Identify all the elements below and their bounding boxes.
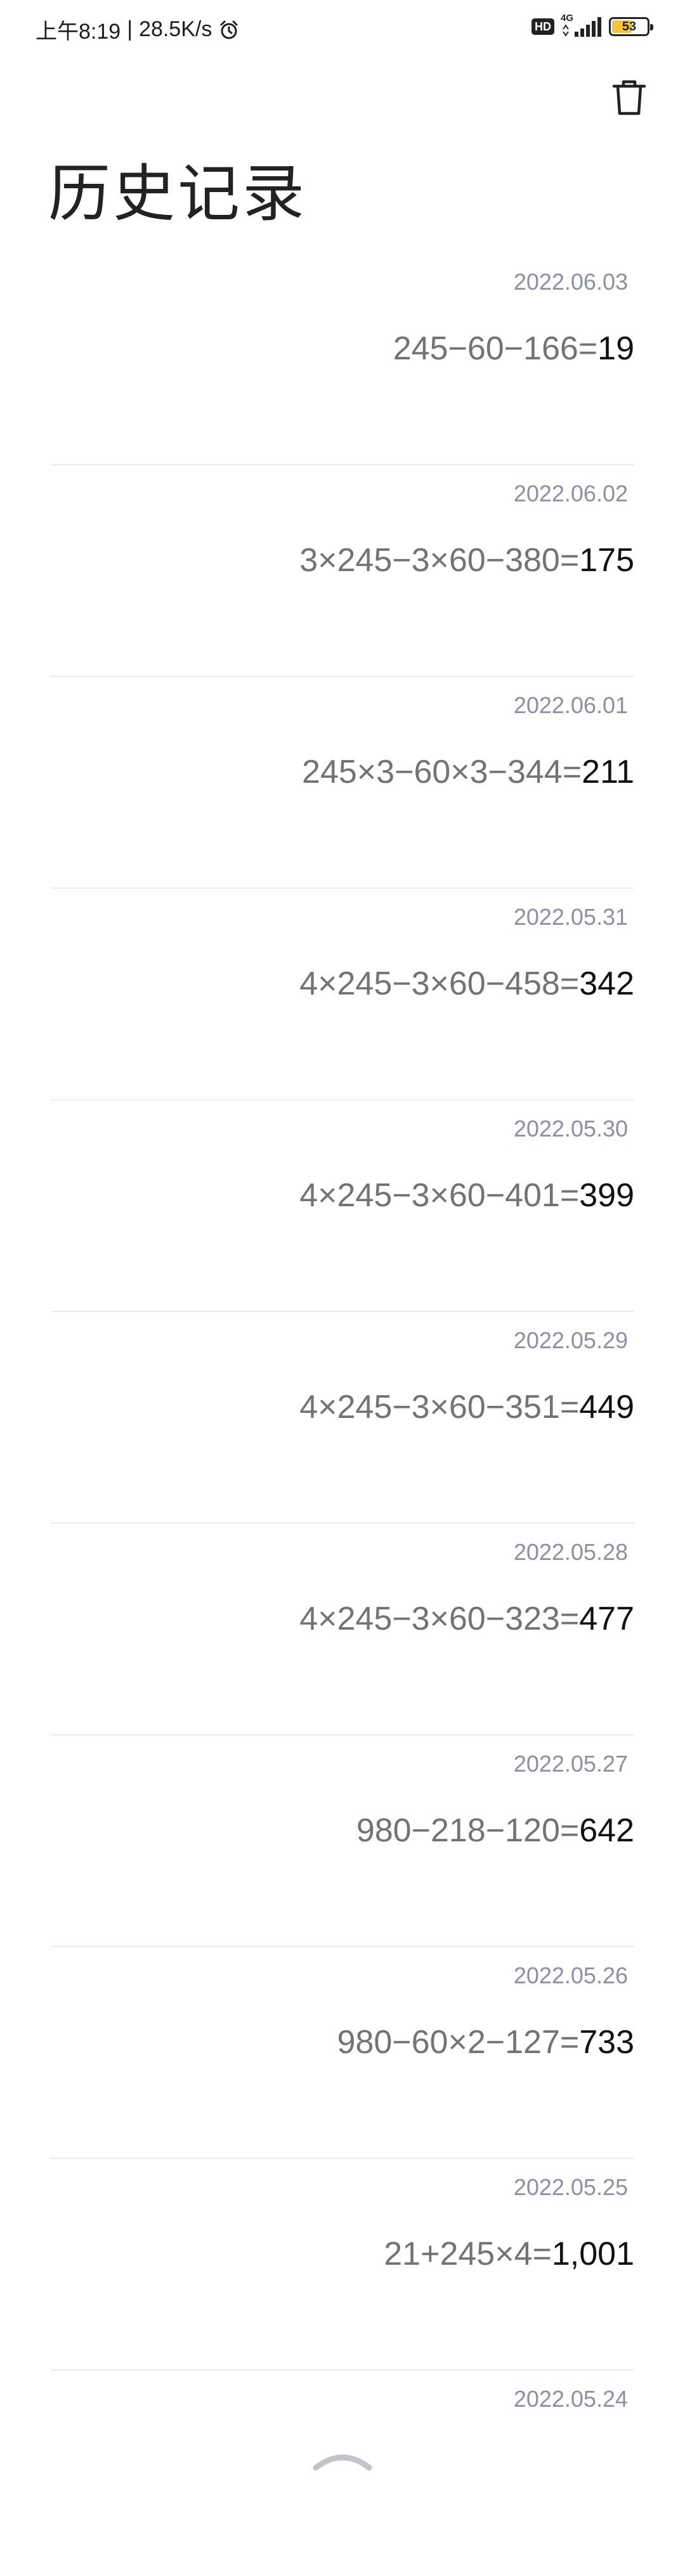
history-entry[interactable]: 2022.05.26 980−60×2−127=733 [51, 1947, 634, 2159]
history-entry[interactable]: 2022.05.28 4×245−3×60−323=477 [51, 1524, 634, 1736]
entry-calculation: 4×245−3×60−323=477 [299, 1600, 634, 1638]
entry-result: 449 [579, 1389, 634, 1426]
trash-icon [612, 80, 646, 115]
entry-expression: 980−218−120= [356, 1812, 580, 1849]
entry-expression: 4×245−3×60−458= [299, 965, 580, 1002]
entry-expression: 245−60−166= [393, 330, 598, 367]
entry-expression: 3×245−3×60−380= [299, 542, 580, 579]
history-entry[interactable]: 2022.06.01 245×3−60×3−344=211 [51, 677, 634, 889]
history-entry[interactable]: 2022.05.29 4×245−3×60−351=449 [51, 1312, 634, 1524]
history-entry[interactable]: 2022.05.25 21+245×4=1,001 [51, 2159, 634, 2371]
entry-result: 1,001 [551, 2236, 634, 2272]
entry-date: 2022.05.27 [513, 1751, 628, 1777]
entry-date: 2022.05.24 [513, 2386, 628, 2412]
collapse-history-button[interactable] [311, 2444, 374, 2476]
history-entry[interactable]: 2022.05.27 980−218−120=642 [51, 1736, 634, 1947]
entry-date: 2022.05.30 [513, 1116, 628, 1142]
entry-result: 211 [582, 754, 634, 790]
entry-calculation: 4×245−3×60−351=449 [299, 1388, 634, 1426]
status-separator: | [127, 17, 133, 41]
battery-level: 53 [622, 20, 637, 34]
entry-date: 2022.05.28 [513, 1539, 628, 1565]
history-entry[interactable]: 2022.06.03 245−60−166=19 [51, 254, 634, 465]
entry-result: 642 [579, 1812, 634, 1849]
entry-calculation: 980−218−120=642 [356, 1812, 634, 1850]
network-speed: 28.5K/s [139, 17, 212, 41]
entry-date: 2022.05.26 [513, 1962, 628, 1988]
entry-expression: 4×245−3×60−323= [299, 1600, 580, 1637]
clear-history-button[interactable] [609, 77, 649, 118]
entry-result: 733 [579, 2024, 634, 2061]
cell-signal: 4G [561, 13, 603, 38]
entry-calculation: 245×3−60×3−344=211 [302, 753, 634, 791]
entry-date: 2022.06.02 [513, 480, 628, 506]
status-left: 上午8:19 | 28.5K/s [36, 14, 240, 45]
entry-calculation: 4×245−3×60−458=342 [299, 965, 634, 1003]
alarm-clock-icon [218, 19, 240, 41]
entry-result: 175 [579, 542, 634, 579]
entry-expression: 980−60×2−127= [337, 2024, 580, 2061]
signal-bars-icon [563, 17, 601, 37]
battery-nub [650, 24, 653, 30]
entry-calculation: 980−60×2−127=733 [337, 2023, 634, 2061]
status-bar: 上午8:19 | 28.5K/s HD 4G 53 [0, 0, 685, 55]
entry-date: 2022.05.25 [513, 2174, 628, 2200]
entry-result: 477 [579, 1600, 634, 1637]
entry-expression: 4×245−3×60−401= [299, 1177, 580, 1214]
status-right: HD 4G 53 [532, 13, 653, 38]
entry-date: 2022.06.01 [513, 692, 628, 718]
history-entry[interactable]: 2022.06.02 3×245−3×60−380=175 [51, 465, 634, 677]
entry-calculation: 3×245−3×60−380=175 [299, 541, 634, 579]
battery-indicator: 53 [609, 17, 653, 36]
history-entry[interactable]: 2022.05.30 4×245−3×60−401=399 [51, 1100, 634, 1312]
entry-expression: 21+245×4= [384, 2236, 552, 2272]
entry-calculation: 4×245−3×60−401=399 [299, 1176, 634, 1214]
entry-date: 2022.06.03 [513, 269, 628, 295]
entry-calculation: 21+245×4=1,001 [384, 2235, 634, 2273]
history-entry[interactable]: 2022.05.31 4×245−3×60−458=342 [51, 889, 634, 1100]
entry-date: 2022.05.31 [513, 904, 628, 930]
entry-date: 2022.05.29 [513, 1327, 628, 1353]
entry-calculation: 245−60−166=19 [393, 330, 634, 368]
entry-result: 399 [579, 1177, 634, 1214]
history-list: 2022.06.03 245−60−166=19 2022.06.02 3×24… [51, 254, 634, 2576]
entry-result: 342 [579, 965, 634, 1002]
status-time: 上午8:19 [36, 20, 121, 44]
entry-expression: 245×3−60×3−344= [302, 754, 582, 790]
page-title: 历史记录 [48, 158, 308, 230]
hd-badge: HD [532, 18, 554, 35]
chevron-up-icon [313, 2454, 372, 2471]
entry-expression: 4×245−3×60−351= [299, 1389, 580, 1426]
entry-result: 19 [597, 330, 634, 367]
